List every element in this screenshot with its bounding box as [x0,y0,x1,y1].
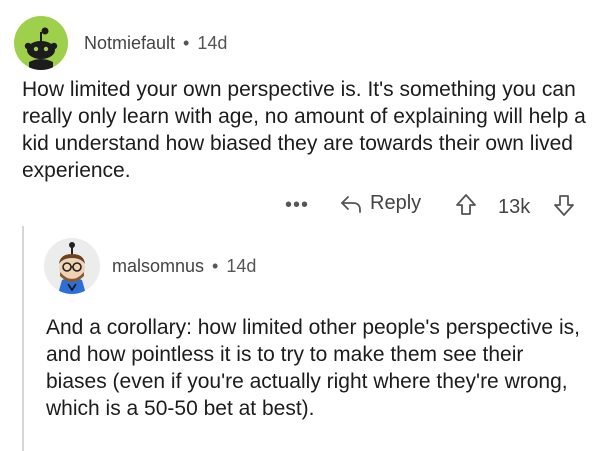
timestamp: 14d [197,32,228,53]
downvote-button[interactable] [553,193,575,222]
comment-body: And a corollary: how limited other peopl… [46,316,580,420]
reply-button[interactable]: Reply [340,192,421,215]
comment-actions: ••• Reply 13k [0,190,599,224]
more-options-button[interactable]: ••• [285,190,309,220]
separator-dot: • [212,255,219,276]
reply-arrow-icon [341,195,361,213]
avatar[interactable] [44,238,100,294]
timestamp: 14d [226,255,257,276]
thread-line[interactable] [22,226,24,451]
upvote-button[interactable] [455,193,477,222]
username[interactable]: Notmiefault [84,33,175,54]
comment-body: How limited your own perspective is. It'… [22,78,586,182]
custom-snoo-avatar-icon [44,238,100,294]
snoo-avatar-icon [24,27,58,70]
avatar[interactable] [14,16,68,70]
upvote-arrow-icon [456,194,476,215]
vote-score: 13k [498,196,531,218]
username[interactable]: malsomnus [112,256,204,277]
comment-header: Notmiefault • 14d [14,16,227,70]
comment-header: malsomnus • 14d [44,238,256,294]
downvote-arrow-icon [554,195,574,216]
separator-dot: • [183,32,190,53]
reply-label: Reply [370,192,422,214]
